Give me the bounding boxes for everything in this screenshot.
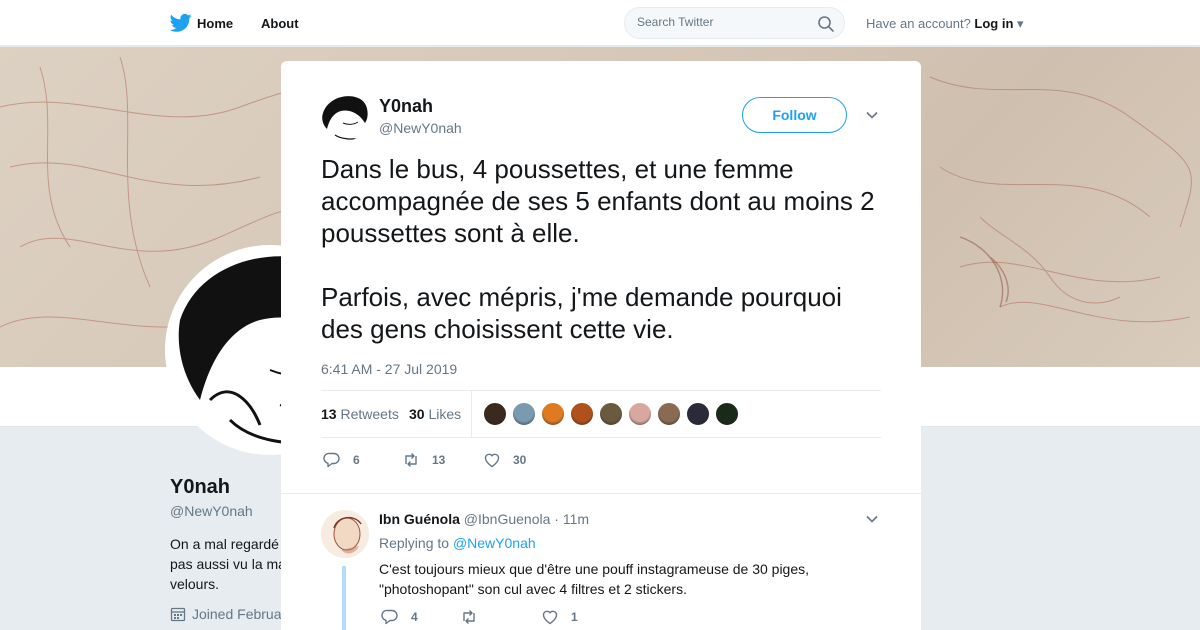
tweet-author-avatar-drawing [321, 93, 369, 141]
reply-like-action[interactable]: 1 [541, 608, 578, 626]
likes-stat-count: 30 [409, 406, 425, 422]
tweet-author-avatar[interactable] [321, 93, 369, 141]
reply-reply-action[interactable]: 4 [381, 608, 418, 626]
profile-handle: @NewY0nah [170, 503, 253, 519]
reply-count: 6 [353, 453, 360, 467]
reply-like-count: 1 [571, 610, 578, 624]
like-action[interactable]: 30 [483, 451, 526, 469]
profile-name: Y0nah [170, 476, 231, 498]
retweets-stat-label: Retweets [340, 406, 399, 422]
reply-action[interactable]: 6 [323, 451, 360, 469]
search-box [624, 7, 845, 39]
liker-avatar[interactable] [657, 402, 681, 426]
chevron-down-icon[interactable] [865, 108, 879, 122]
replying-to: Replying to @NewY0nah [379, 535, 536, 551]
reply-icon [381, 609, 398, 625]
reply-icon [323, 452, 340, 468]
nav-home-link[interactable]: Home [197, 16, 233, 31]
profile-bio: On a mal regardé pas aussi vu la ma velo… [170, 536, 286, 592]
tweet-paragraph: Dans le bus, 4 poussettes, et une femme … [321, 154, 875, 248]
reply-time[interactable]: · 11m [554, 511, 589, 527]
top-nav: Home About Have an account? Log in ▾ [0, 0, 1200, 46]
retweet-count: 13 [432, 453, 446, 467]
tweet-timestamp[interactable]: 6:41 AM - 27 Jul 2019 [321, 361, 457, 377]
liker-avatar[interactable] [570, 402, 594, 426]
liker-avatar[interactable] [599, 402, 623, 426]
close-icon[interactable] [1155, 13, 1177, 35]
replying-to-prefix: Replying to [379, 535, 450, 551]
retweet-icon [463, 610, 475, 624]
likes-stat-label: Likes [428, 406, 462, 422]
retweet-action[interactable]: 13 [402, 451, 445, 469]
account-prompt-text: Have an account? [866, 16, 971, 31]
search-icon[interactable] [817, 15, 835, 33]
login-link[interactable]: Log in [974, 16, 1013, 31]
reply-text: C'est toujours mieux que d'être une pouf… [379, 561, 810, 597]
tweet-paragraph: Parfois, avec mépris, j'me demande pourq… [321, 282, 842, 344]
reply-author-avatar-drawing [321, 510, 369, 558]
profile-joined-text: Joined Februa [192, 606, 282, 622]
login-caret-icon[interactable]: ▾ [1017, 16, 1024, 31]
tweet-modal: Y0nah @NewY0nah Follow Dans le bus, 4 po… [281, 61, 921, 630]
nav-about-link[interactable]: About [261, 16, 299, 31]
heart-icon [542, 610, 558, 625]
replying-to-handle[interactable]: @NewY0nah [453, 535, 536, 551]
reply-author-name[interactable]: Ibn Guénola [379, 511, 460, 527]
liker-avatar[interactable] [715, 402, 739, 426]
retweet-icon [405, 453, 417, 467]
liker-avatar[interactable] [541, 402, 565, 426]
liker-avatar[interactable] [628, 402, 652, 426]
retweets-stat[interactable]: 13 Retweets [321, 406, 399, 422]
reply-header: Ibn Guénola @IbnGuenola · 11m [379, 511, 589, 527]
calendar-icon [170, 607, 186, 622]
reply-actions: 4 1 [379, 608, 679, 628]
profile-joined: Joined Februa [170, 606, 282, 622]
tweet-author-handle[interactable]: @NewY0nah [379, 120, 462, 136]
reply-item[interactable]: Ibn Guénola @IbnGuenola · 11m Replying t… [281, 493, 921, 630]
reply-author-avatar[interactable] [321, 510, 369, 558]
liker-avatar[interactable] [512, 402, 536, 426]
tweet-text: Dans le bus, 4 poussettes, et une femme … [321, 153, 891, 345]
tweet-author-name[interactable]: Y0nah [379, 96, 433, 117]
account-prompt: Have an account? Log in ▾ [866, 16, 1024, 32]
reply-author-handle[interactable]: @IbnGuenola [464, 511, 551, 527]
follow-button[interactable]: Follow [742, 97, 847, 133]
liker-avatar[interactable] [483, 402, 507, 426]
heart-icon [484, 453, 500, 468]
tweet-actions: 6 13 30 [321, 449, 881, 473]
twitter-bird-icon[interactable] [170, 13, 192, 33]
thread-line [342, 566, 346, 630]
chevron-down-icon[interactable] [865, 512, 879, 526]
reply-retweet-action[interactable] [460, 608, 490, 626]
reply-reply-count: 4 [411, 610, 418, 624]
stats-divider [471, 391, 472, 437]
retweets-stat-count: 13 [321, 406, 337, 422]
likes-stat[interactable]: 30 Likes [409, 406, 461, 422]
tweet-stats: 13 Retweets 30 Likes [321, 390, 881, 438]
liker-avatar[interactable] [686, 402, 710, 426]
search-input[interactable] [637, 15, 807, 29]
like-count: 30 [513, 453, 527, 467]
